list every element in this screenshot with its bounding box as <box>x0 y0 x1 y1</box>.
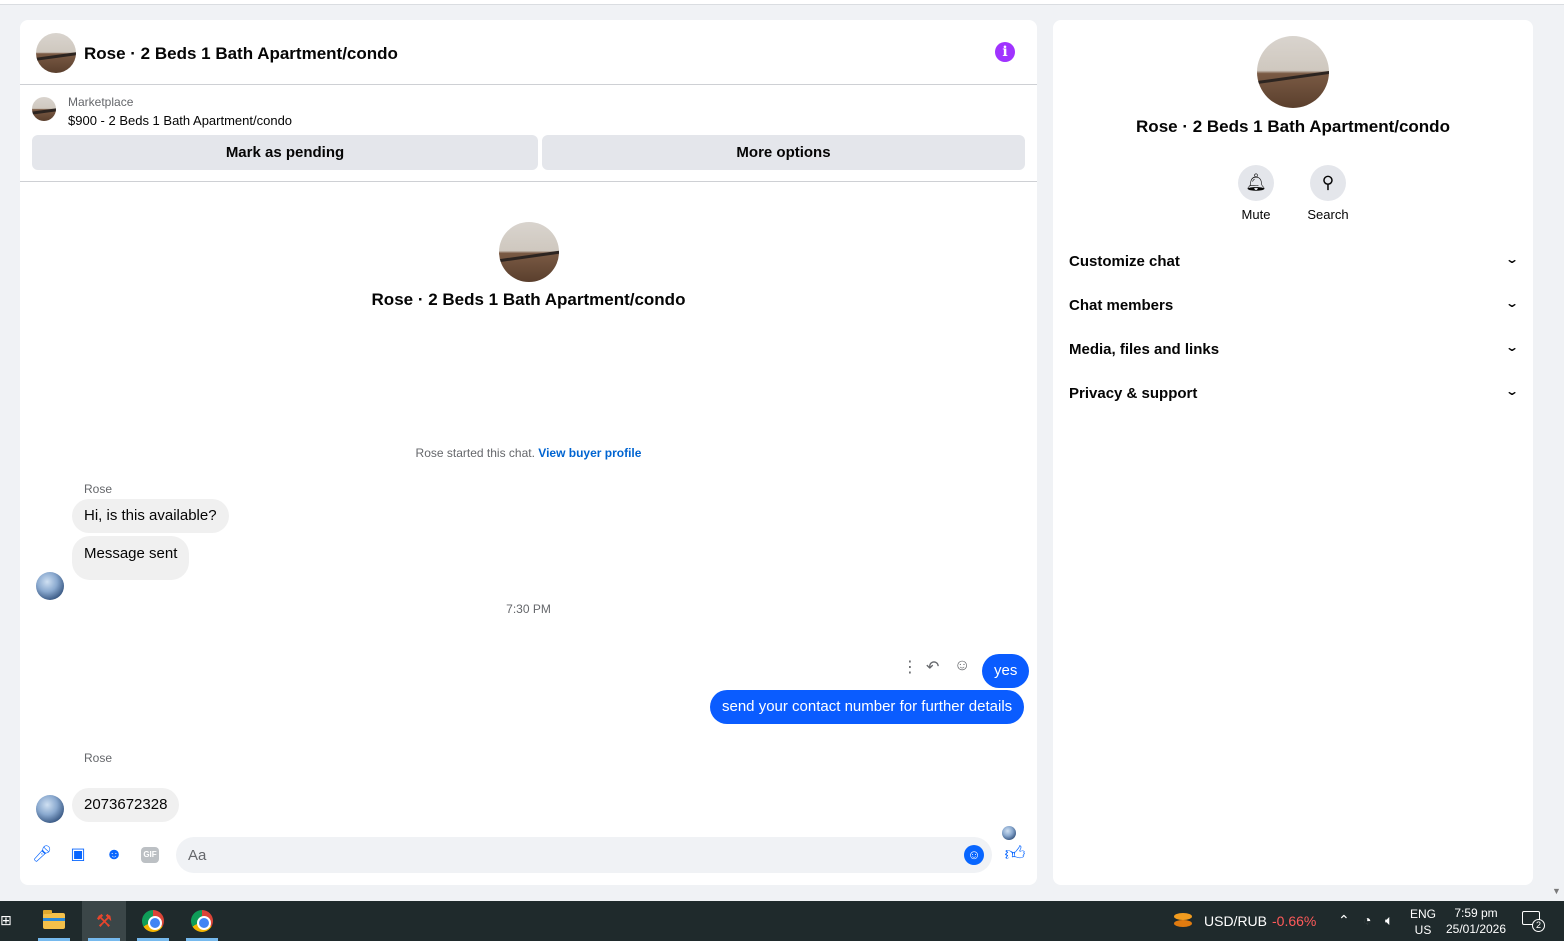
task-view-icon[interactable]: ⊞ <box>0 912 12 929</box>
message-timestamp: 7:30 PM <box>506 602 551 616</box>
mute-label: Mute <box>1241 207 1271 222</box>
search-icon: ⚲ <box>1310 165 1346 201</box>
taskbar: ⊞ ⚒ USD/RUB -0.66% ⌃ ◔ 🔈︎ ENG US 7:59 pm… <box>0 901 1564 941</box>
message-list[interactable]: Rose · 2 Beds 1 Bath Apartment/condo Ros… <box>20 182 1037 840</box>
search-label: Search <box>1307 207 1349 222</box>
taskbar-app-button[interactable]: ⚒ <box>82 901 126 941</box>
folder-icon <box>43 910 65 929</box>
thumbs-up-icon[interactable]: 👍︎ <box>1003 842 1027 866</box>
photo-icon[interactable]: ▣ <box>68 845 88 865</box>
coins-icon[interactable] <box>1172 910 1194 932</box>
marketplace-label: Marketplace <box>68 95 134 109</box>
more-options-button[interactable]: More options <box>542 135 1025 170</box>
chevron-up-icon[interactable]: ⌃ <box>1338 912 1350 929</box>
chat-title[interactable]: Rose · 2 Beds 1 Bath Apartment/condo <box>84 44 398 64</box>
language-indicator[interactable]: ENG US <box>1410 906 1436 938</box>
mute-button[interactable]: 🔔︎ Mute <box>1226 165 1286 222</box>
chrome-icon <box>142 910 164 932</box>
listing-thumbnail[interactable] <box>32 97 56 121</box>
clock-time: 7:59 pm <box>1454 906 1498 920</box>
sender-avatar[interactable] <box>36 795 64 823</box>
message-bubble-incoming[interactable]: Hi, is this available? <box>72 499 229 533</box>
file-explorer-button[interactable] <box>32 901 76 941</box>
chrome-profile-h-button[interactable] <box>131 901 175 941</box>
sender-avatar[interactable] <box>36 572 64 600</box>
message-actions: ⋮ ↶ ☺ <box>898 657 978 681</box>
reply-icon[interactable]: ↶ <box>926 657 939 677</box>
section-label: Privacy & support <box>1069 385 1198 402</box>
ticker-name[interactable]: USD/RUB <box>1204 913 1267 929</box>
chat-avatar[interactable] <box>36 33 76 73</box>
app-icon: ⚒ <box>96 911 113 931</box>
clock[interactable]: 7:59 pm 25/01/2026 <box>1444 905 1508 937</box>
more-vertical-icon[interactable]: ⋮ <box>902 657 918 677</box>
notification-count: 2 <box>1532 919 1545 932</box>
listing-title[interactable]: $900 - 2 Beds 1 Bath Apartment/condo <box>68 113 292 128</box>
composer-bar: 🎤︎ ▣ ☻ GIF ☺ 👍︎ <box>20 832 1037 885</box>
section-chat-members[interactable]: Chat members ⌄ <box>1061 284 1525 328</box>
started-text: Rose started this chat. <box>415 446 539 460</box>
search-button[interactable]: ⚲ Search <box>1298 165 1358 222</box>
chevron-down-icon: ⌄ <box>1504 384 1520 398</box>
bell-icon: 🔔︎ <box>1238 165 1274 201</box>
chat-panel: Rose · 2 Beds 1 Bath Apartment/condo i M… <box>20 20 1037 885</box>
section-media-files-links[interactable]: Media, files and links ⌄ <box>1061 328 1525 372</box>
message-bubble-outgoing[interactable]: yes <box>982 654 1030 688</box>
chat-started-notice: Rose started this chat. View buyer profi… <box>20 446 1037 460</box>
chevron-down-icon: ⌄ <box>1504 296 1520 310</box>
scrollbar-down-arrow[interactable]: ▼ <box>1552 886 1561 896</box>
microphone-icon[interactable]: 🎤︎ <box>32 845 52 865</box>
info-avatar[interactable] <box>1257 36 1329 108</box>
message-bubble-incoming[interactable]: Message sent <box>72 536 190 580</box>
info-title: Rose · 2 Beds 1 Bath Apartment/condo <box>1136 117 1450 136</box>
message-bubble-outgoing[interactable]: send your contact number for further det… <box>710 690 1025 724</box>
info-icon[interactable]: i <box>995 42 1015 62</box>
emoji-icon[interactable]: ☺ <box>964 845 984 865</box>
chevron-down-icon: ⌄ <box>1504 340 1520 354</box>
volume-icon[interactable]: 🔈︎ <box>1385 912 1393 929</box>
message-bubble-incoming[interactable]: 2073672328 <box>72 788 180 822</box>
section-label: Customize chat <box>1069 253 1180 270</box>
lang-region: US <box>1414 923 1432 937</box>
view-buyer-profile-link[interactable]: View buyer profile <box>538 446 641 460</box>
notification-center-icon[interactable]: 2 <box>1522 911 1545 932</box>
clock-date: 25/01/2026 <box>1445 922 1507 936</box>
sender-name: Rose <box>84 482 113 496</box>
ticker-change[interactable]: -0.66% <box>1272 913 1316 929</box>
react-emoji-icon[interactable]: ☺ <box>954 657 970 675</box>
marketplace-listing-bar: Marketplace $900 - 2 Beds 1 Bath Apartme… <box>20 85 1037 182</box>
message-input[interactable] <box>176 837 936 873</box>
gif-icon[interactable]: GIF <box>141 847 159 863</box>
sender-name: Rose <box>84 751 113 765</box>
conversation-info-panel: Rose · 2 Beds 1 Bath Apartment/condo 🔔︎ … <box>1053 20 1533 885</box>
mark-as-pending-button[interactable]: Mark as pending <box>32 135 538 170</box>
lang-code: ENG <box>1410 907 1437 921</box>
intro-avatar <box>499 222 559 282</box>
chrome-icon <box>191 910 213 932</box>
section-label: Media, files and links <box>1069 341 1220 358</box>
section-customize-chat[interactable]: Customize chat ⌄ <box>1061 240 1525 284</box>
chrome-button[interactable] <box>180 901 224 941</box>
intro-title: Rose · 2 Beds 1 Bath Apartment/condo <box>371 290 686 309</box>
browser-top-edge <box>0 0 1564 5</box>
section-label: Chat members <box>1069 297 1174 314</box>
wifi-icon[interactable]: ◔ <box>1363 912 1371 928</box>
chat-header: Rose · 2 Beds 1 Bath Apartment/condo i <box>20 20 1037 85</box>
chevron-down-icon: ⌄ <box>1504 252 1520 266</box>
sticker-icon[interactable]: ☻ <box>104 845 124 865</box>
section-privacy-support[interactable]: Privacy & support ⌄ <box>1061 372 1525 416</box>
message-input-wrapper: ☺ <box>176 837 992 873</box>
